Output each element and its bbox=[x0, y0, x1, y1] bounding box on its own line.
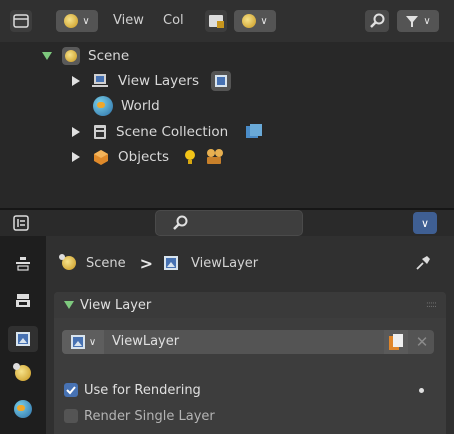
outliner-header: ∨ View Col ∨ ∨ bbox=[0, 0, 454, 42]
add-collection-icon[interactable] bbox=[246, 124, 263, 140]
view-layer-icon[interactable] bbox=[211, 71, 231, 91]
breadcrumb-scene: Scene bbox=[86, 255, 126, 271]
tree-item-label: Scene bbox=[88, 48, 130, 64]
use-for-rendering-checkbox[interactable] bbox=[64, 383, 78, 397]
collapse-triangle-icon[interactable] bbox=[64, 301, 74, 309]
chevron-down-icon: ∨ bbox=[88, 336, 97, 348]
properties-header: ∨ bbox=[0, 210, 454, 236]
collection-icon bbox=[94, 125, 106, 139]
light-icon[interactable] bbox=[183, 148, 197, 166]
tab-tool[interactable] bbox=[8, 250, 38, 276]
chevron-down-icon: ∨ bbox=[420, 216, 430, 230]
view-layer-panel: View Layer ::::: ∨ ViewLayer ✕ Use for R… bbox=[54, 292, 446, 434]
view-layer-name-field[interactable]: ViewLayer bbox=[112, 334, 179, 349]
breadcrumb-separator: > bbox=[139, 253, 154, 273]
breadcrumb-view-layer: ViewLayer bbox=[191, 255, 259, 271]
scene-icon bbox=[64, 14, 79, 28]
expand-triangle-down-icon[interactable] bbox=[42, 52, 52, 60]
view-layers-icon bbox=[92, 74, 108, 87]
tree-item-label: World bbox=[121, 98, 160, 114]
view-layer-selector[interactable]: ∨ ViewLayer ✕ bbox=[62, 330, 434, 354]
view-layer-icon bbox=[16, 332, 30, 346]
panel-title: View Layer bbox=[80, 297, 152, 313]
drag-handle-icon[interactable]: ::::: bbox=[426, 300, 437, 310]
render-single-layer-row[interactable]: Render Single Layer bbox=[64, 406, 215, 426]
col-menu[interactable]: Col bbox=[163, 13, 184, 28]
editor-type-button[interactable] bbox=[10, 213, 32, 233]
search-icon bbox=[370, 13, 385, 28]
render-single-layer-label: Render Single Layer bbox=[84, 408, 215, 424]
search-icon bbox=[173, 215, 188, 230]
tree-item-scene-collection[interactable]: Scene Collection bbox=[72, 121, 263, 143]
checkmark-icon bbox=[66, 386, 76, 395]
remove-view-layer-button[interactable]: ✕ bbox=[410, 330, 434, 354]
view-layer-icon bbox=[70, 335, 85, 349]
options-dropdown[interactable]: ∨ bbox=[413, 212, 437, 234]
keyframe-dot-icon[interactable] bbox=[419, 388, 424, 393]
editor-type-button[interactable] bbox=[10, 10, 32, 32]
scene-icon bbox=[62, 47, 80, 65]
tree-item-view-layers[interactable]: View Layers bbox=[72, 70, 231, 92]
camera-icon[interactable] bbox=[205, 148, 225, 166]
scene-icon bbox=[13, 363, 31, 381]
view-layer-dropdown[interactable]: ∨ bbox=[234, 10, 276, 32]
use-for-rendering-row[interactable]: Use for Rendering bbox=[64, 380, 201, 400]
expand-triangle-right-icon[interactable] bbox=[72, 152, 80, 162]
add-view-layer-button[interactable] bbox=[384, 330, 408, 354]
tree-item-label: Objects bbox=[118, 149, 170, 165]
chevron-down-icon: ∨ bbox=[82, 15, 90, 27]
pin-icon[interactable] bbox=[414, 254, 432, 272]
tab-view-layer[interactable] bbox=[8, 326, 38, 352]
use-for-rendering-label: Use for Rendering bbox=[84, 382, 201, 398]
world-icon bbox=[93, 96, 113, 116]
duplicate-icon bbox=[389, 334, 403, 350]
filter-dropdown[interactable]: ∨ bbox=[397, 10, 439, 32]
close-icon: ✕ bbox=[415, 333, 429, 351]
chevron-down-icon: ∨ bbox=[423, 15, 431, 27]
scene-icon bbox=[59, 254, 76, 270]
world-icon bbox=[14, 400, 32, 418]
breadcrumb: Scene > ViewLayer bbox=[59, 252, 259, 274]
panel-header[interactable]: View Layer ::::: bbox=[54, 292, 446, 318]
tree-item-world[interactable]: World bbox=[93, 95, 160, 117]
tree-item-scene[interactable]: Scene bbox=[42, 45, 129, 67]
tab-render[interactable] bbox=[8, 288, 38, 314]
view-menu[interactable]: View bbox=[113, 13, 144, 28]
tool-icon bbox=[16, 257, 30, 271]
properties-editor-icon bbox=[13, 215, 29, 231]
view-layer-browse-dropdown[interactable]: ∨ bbox=[62, 330, 104, 354]
search-button[interactable] bbox=[365, 10, 389, 32]
scene-icon bbox=[242, 14, 257, 28]
filter-icon bbox=[406, 16, 419, 27]
tab-scene[interactable] bbox=[8, 360, 38, 386]
properties-search-field[interactable] bbox=[155, 210, 303, 236]
properties-tabs bbox=[0, 236, 46, 434]
expand-triangle-right-icon[interactable] bbox=[72, 76, 80, 86]
render-icon bbox=[16, 294, 30, 307]
render-single-layer-checkbox[interactable] bbox=[64, 409, 78, 423]
tab-world[interactable] bbox=[8, 396, 38, 422]
display-mode-dropdown[interactable]: ∨ bbox=[56, 10, 98, 32]
new-collection-icon bbox=[209, 15, 224, 28]
tree-item-objects[interactable]: Objects bbox=[72, 146, 225, 168]
outliner-editor-icon bbox=[13, 14, 29, 28]
objects-icon bbox=[94, 150, 108, 165]
expand-triangle-right-icon[interactable] bbox=[72, 127, 80, 137]
tree-item-label: Scene Collection bbox=[116, 124, 229, 140]
tree-item-label: View Layers bbox=[118, 73, 199, 89]
chevron-down-icon: ∨ bbox=[260, 15, 268, 27]
view-layer-icon bbox=[164, 256, 179, 270]
new-collection-button[interactable] bbox=[205, 10, 227, 32]
